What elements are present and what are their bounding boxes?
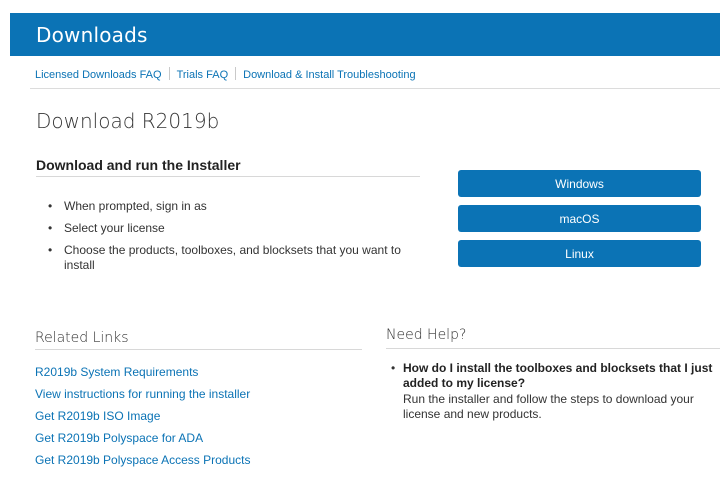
help-question: How do I install the toolboxes and block…	[403, 361, 713, 390]
list-item: • Select your license	[46, 221, 426, 236]
divider	[386, 348, 720, 349]
installer-heading: Download and run the Installer	[36, 157, 241, 173]
page-title: Download R2019b	[36, 109, 220, 133]
header-title: Downloads	[36, 23, 148, 47]
windows-download-button[interactable]: Windows	[458, 170, 701, 197]
link-iso-image[interactable]: Get R2019b ISO Image	[35, 405, 250, 427]
bullet-icon: •	[48, 243, 53, 257]
help-faq-item: • How do I install the toolboxes and blo…	[386, 361, 716, 422]
linux-download-button[interactable]: Linux	[458, 240, 701, 267]
divider	[35, 349, 362, 350]
link-polyspace-access[interactable]: Get R2019b Polyspace Access Products	[35, 449, 250, 471]
divider	[36, 176, 420, 177]
bullet-icon: •	[48, 199, 53, 213]
bullet-icon: •	[391, 361, 396, 375]
installer-steps: • When prompted, sign in as • Select your …	[46, 199, 426, 280]
step-text: Choose the products, toolboxes, and bloc…	[64, 243, 401, 272]
link-system-requirements[interactable]: R2019b System Requirements	[35, 361, 250, 383]
help-answer: Run the installer and follow the steps t…	[403, 392, 694, 421]
need-help-heading: Need Help?	[386, 327, 467, 343]
subnav-trials-faq[interactable]: Trials FAQ	[177, 69, 229, 81]
divider	[30, 88, 720, 89]
link-polyspace-ada[interactable]: Get R2019b Polyspace for ADA	[35, 427, 250, 449]
related-links-list: R2019b System Requirements View instruct…	[35, 361, 250, 471]
related-links-heading: Related Links	[35, 330, 129, 346]
subnav: Licensed Downloads FAQ Trials FAQ Download…	[35, 67, 416, 81]
step-text: Select your license	[64, 221, 165, 235]
subnav-divider	[235, 67, 237, 80]
bullet-icon: •	[48, 221, 53, 235]
step-text: When prompted, sign in as	[64, 199, 207, 213]
page-header: Downloads	[10, 13, 720, 56]
macos-download-button[interactable]: macOS	[458, 205, 701, 232]
list-item: • When prompted, sign in as	[46, 199, 426, 214]
link-installer-instructions[interactable]: View instructions for running the instal…	[35, 383, 250, 405]
list-item: • Choose the products, toolboxes, and blo…	[46, 243, 426, 273]
subnav-troubleshooting[interactable]: Download & Install Troubleshooting	[243, 69, 415, 81]
subnav-divider	[168, 67, 170, 80]
subnav-licensed-downloads-faq[interactable]: Licensed Downloads FAQ	[35, 69, 162, 81]
